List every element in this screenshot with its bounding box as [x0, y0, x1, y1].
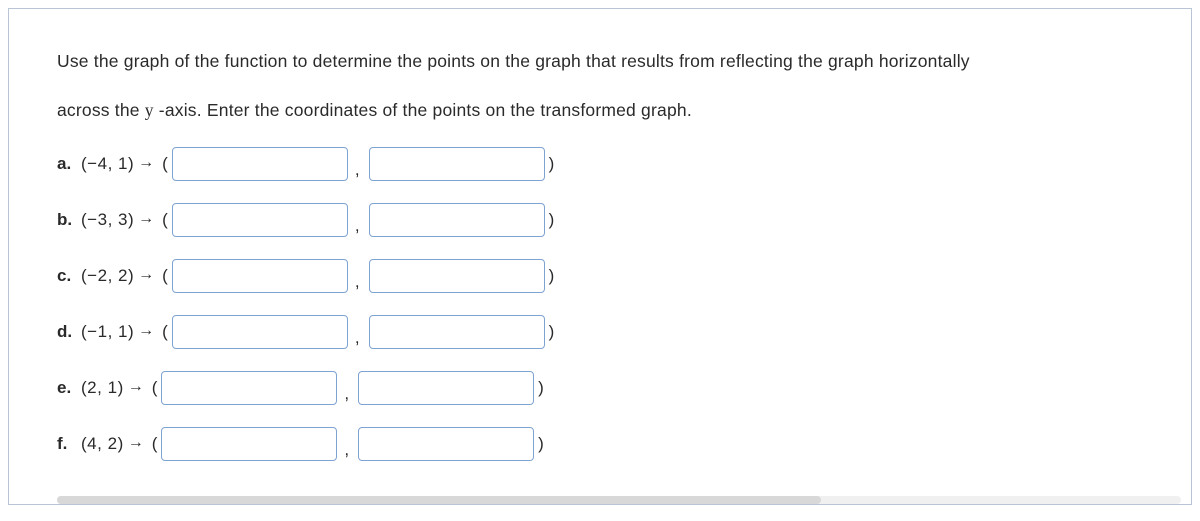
items-list: a. (−4, 1) → ( , ) b. (−3, 3) → ( , ) c.	[57, 147, 1143, 461]
horizontal-scrollbar[interactable]	[57, 496, 1181, 504]
source-point: (−4, 1)	[81, 154, 134, 174]
close-paren: )	[549, 154, 555, 174]
close-paren: )	[538, 378, 544, 398]
instructions-text: Use the graph of the function to determi…	[57, 37, 1143, 135]
input-f-x[interactable]	[161, 427, 337, 461]
comma-sep: ,	[344, 440, 349, 460]
item-label: b.	[57, 210, 75, 230]
input-c-y[interactable]	[369, 259, 545, 293]
input-b-x[interactable]	[172, 203, 348, 237]
item-e: e. (2, 1) → ( , )	[57, 371, 1143, 405]
open-paren: (	[152, 434, 158, 454]
item-label: c.	[57, 266, 75, 286]
item-a: a. (−4, 1) → ( , )	[57, 147, 1143, 181]
input-e-x[interactable]	[161, 371, 337, 405]
comma-sep: ,	[355, 272, 360, 292]
input-b-y[interactable]	[369, 203, 545, 237]
source-point: (−2, 2)	[81, 266, 134, 286]
instructions-line2-post: -axis. Enter the coordinates of the poin…	[154, 100, 692, 120]
comma-sep: ,	[355, 328, 360, 348]
item-label: a.	[57, 154, 75, 174]
input-d-y[interactable]	[369, 315, 545, 349]
input-f-y[interactable]	[358, 427, 534, 461]
comma-sep: ,	[355, 160, 360, 180]
comma-sep: ,	[344, 384, 349, 404]
arrow-icon: →	[138, 266, 154, 284]
source-point: (−1, 1)	[81, 322, 134, 342]
input-a-y[interactable]	[369, 147, 545, 181]
arrow-icon: →	[138, 154, 154, 172]
source-point: (4, 2)	[81, 434, 124, 454]
arrow-icon: →	[128, 378, 144, 396]
item-c: c. (−2, 2) → ( , )	[57, 259, 1143, 293]
input-c-x[interactable]	[172, 259, 348, 293]
item-f: f. (4, 2) → ( , )	[57, 427, 1143, 461]
input-d-x[interactable]	[172, 315, 348, 349]
item-label: d.	[57, 322, 75, 342]
open-paren: (	[152, 378, 158, 398]
open-paren: (	[162, 210, 168, 230]
arrow-icon: →	[128, 434, 144, 452]
item-d: d. (−1, 1) → ( , )	[57, 315, 1143, 349]
arrow-icon: →	[138, 322, 154, 340]
source-point: (−3, 3)	[81, 210, 134, 230]
comma-sep: ,	[355, 216, 360, 236]
scrollbar-thumb[interactable]	[57, 496, 821, 504]
open-paren: (	[162, 266, 168, 286]
input-a-x[interactable]	[172, 147, 348, 181]
close-paren: )	[549, 210, 555, 230]
item-b: b. (−3, 3) → ( , )	[57, 203, 1143, 237]
instructions-line1: Use the graph of the function to determi…	[57, 51, 970, 71]
input-e-y[interactable]	[358, 371, 534, 405]
question-card: Use the graph of the function to determi…	[8, 8, 1192, 505]
arrow-icon: →	[138, 210, 154, 228]
item-label: e.	[57, 378, 75, 398]
open-paren: (	[162, 154, 168, 174]
close-paren: )	[549, 266, 555, 286]
close-paren: )	[549, 322, 555, 342]
source-point: (2, 1)	[81, 378, 124, 398]
y-variable: y	[145, 100, 154, 120]
close-paren: )	[538, 434, 544, 454]
item-label: f.	[57, 434, 75, 454]
instructions-line2-pre: across the	[57, 100, 145, 120]
open-paren: (	[162, 322, 168, 342]
